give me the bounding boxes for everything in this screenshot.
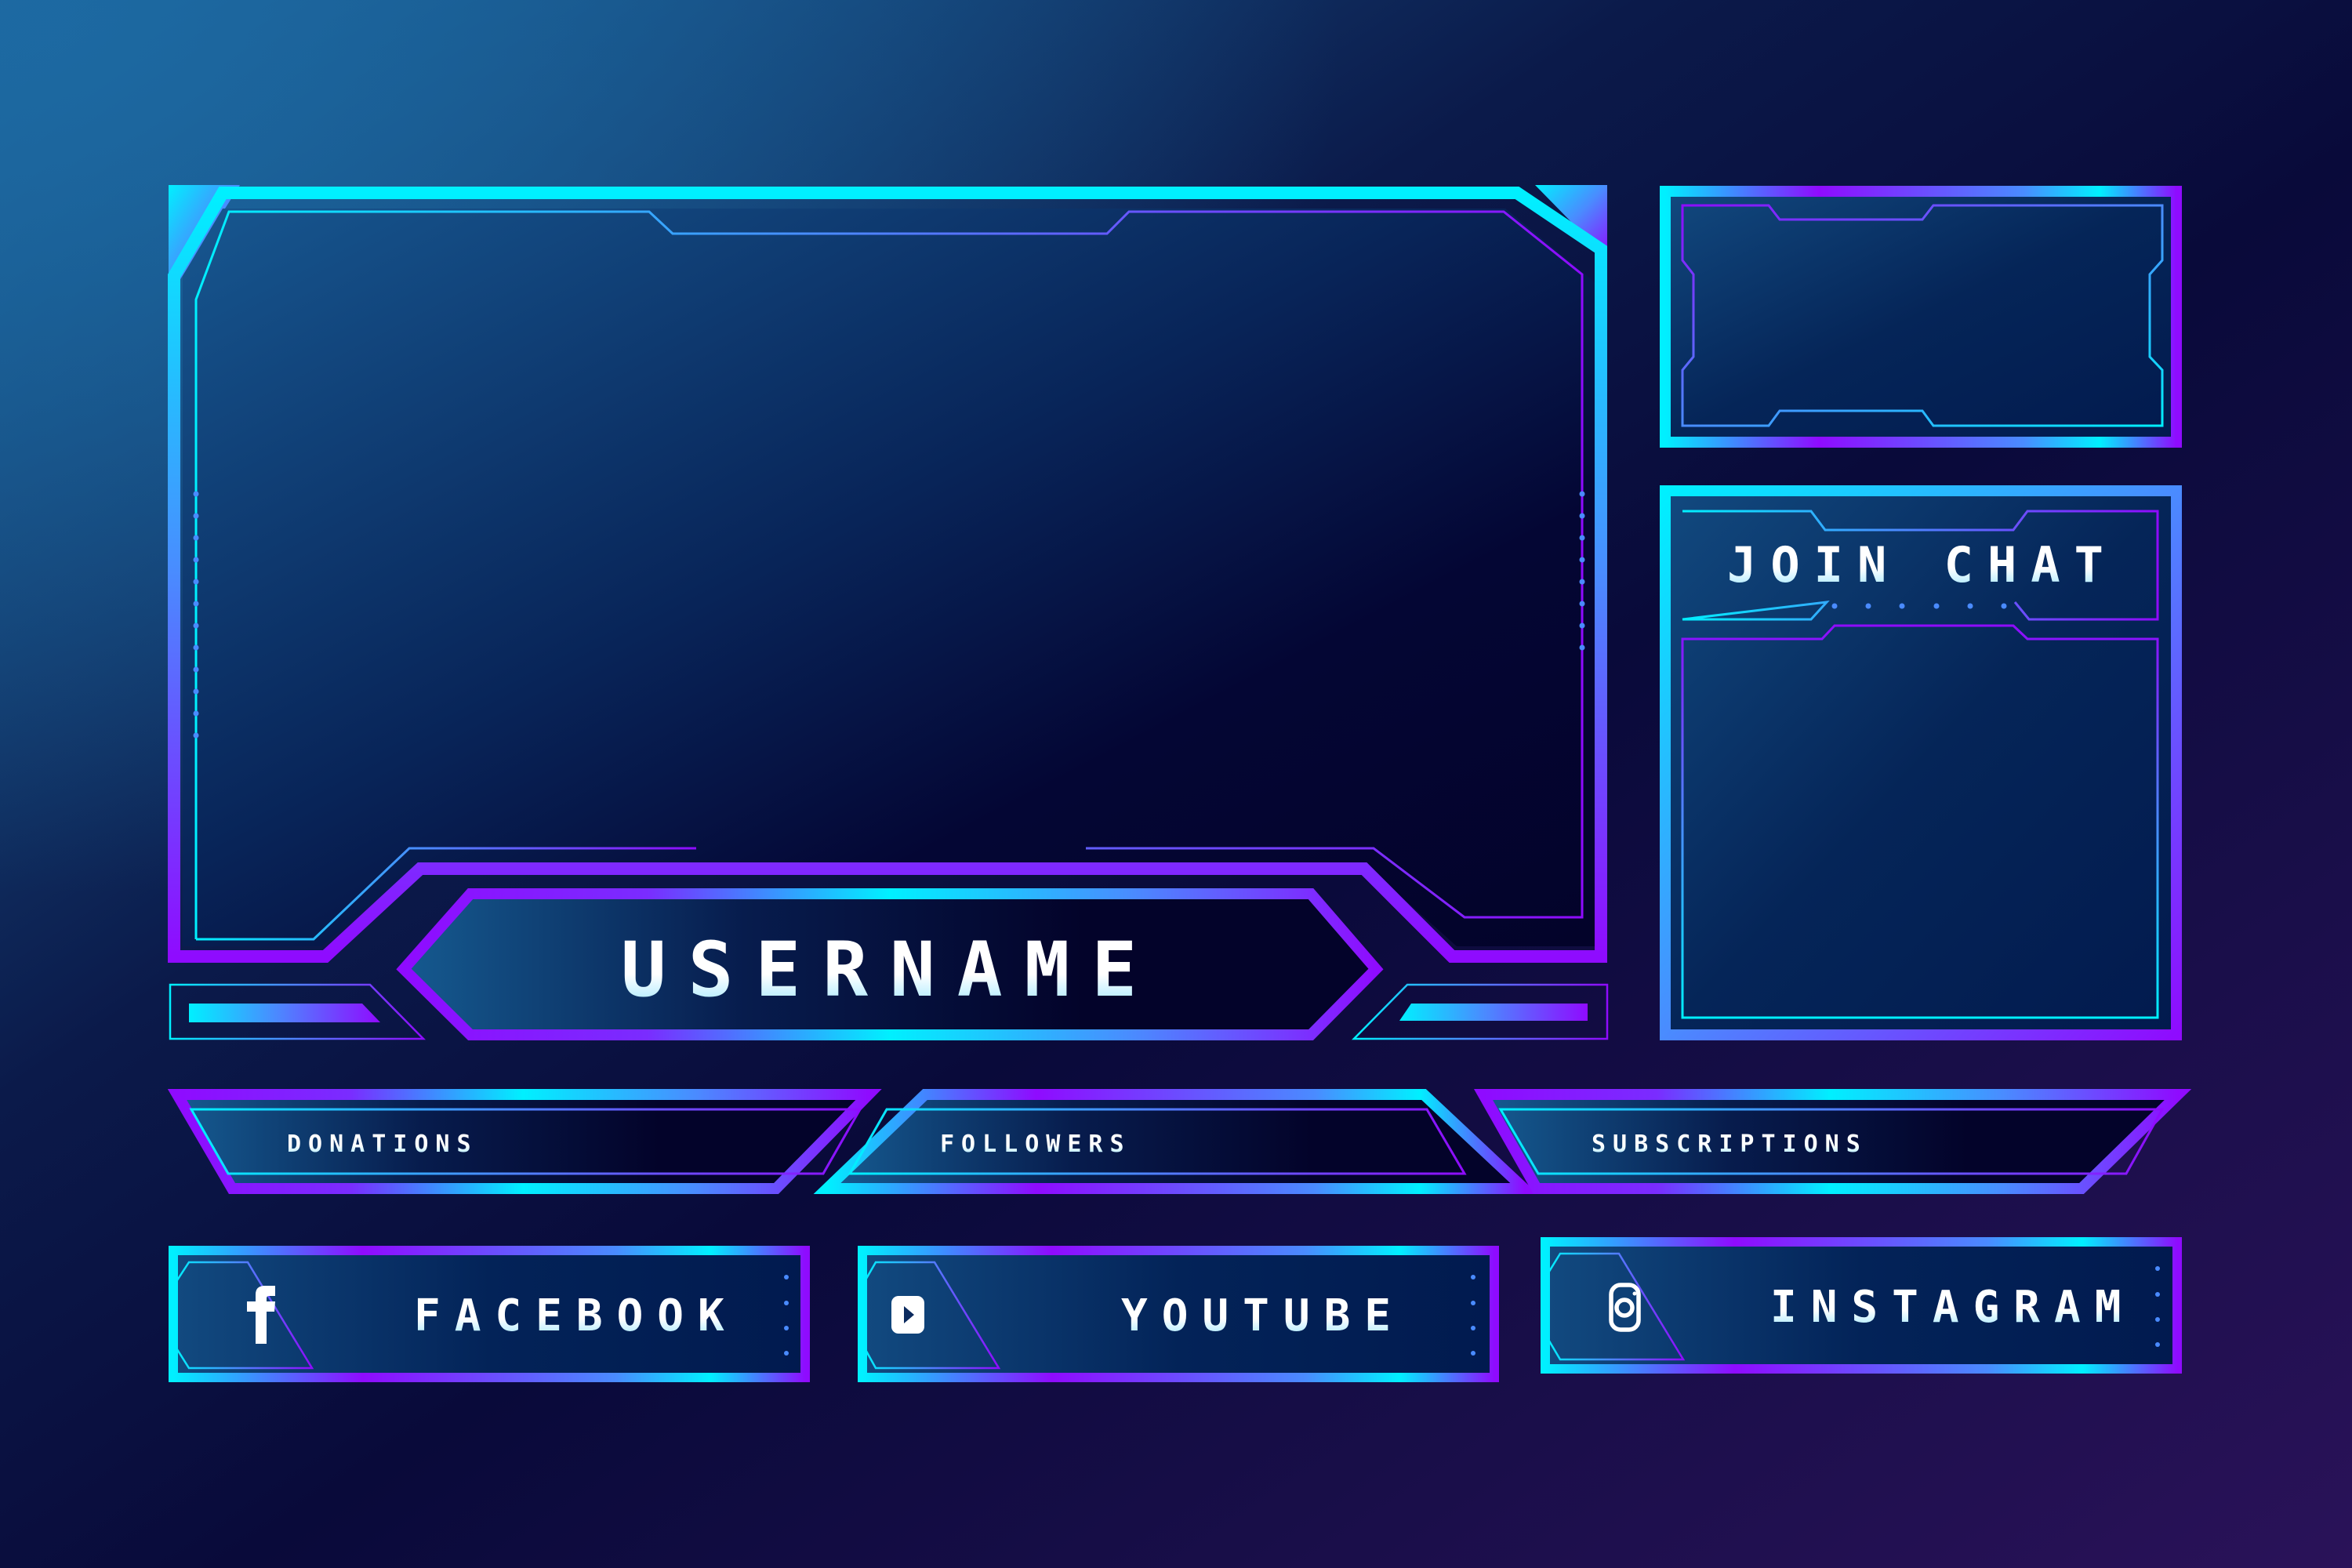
subscriptions-label: SUBSCRIPTIONS xyxy=(1592,1131,1867,1158)
facebook-button[interactable]: FACEBOOK xyxy=(169,1246,810,1382)
youtube-button[interactable]: YOUTUBE xyxy=(858,1246,1499,1382)
instagram-button[interactable]: INSTAGRAM xyxy=(1541,1237,2182,1374)
gameplay-screen-area xyxy=(183,209,1595,946)
accent-tab-right-bar xyxy=(1399,1004,1588,1021)
stream-overlay-canvas: USERNAME JOIN CHAT DONATIONS FOLLOWERS S… xyxy=(0,0,2352,1568)
youtube-label: YOUTUBE xyxy=(1121,1290,1405,1341)
facebook-label: FACEBOOK xyxy=(414,1290,739,1341)
accent-tab-left-bar xyxy=(189,1004,380,1022)
stat-bar-subscriptions: SUBSCRIPTIONS xyxy=(1473,1089,2192,1194)
donations-label: DONATIONS xyxy=(287,1131,478,1158)
instagram-label: INSTAGRAM xyxy=(1770,1282,2135,1333)
join-chat-title[interactable]: JOIN CHAT xyxy=(1727,536,2118,593)
username-label: USERNAME xyxy=(621,926,1159,1014)
webcam-panel xyxy=(1660,186,2182,448)
stat-bar-fill xyxy=(182,1098,864,1185)
stat-bar-fill xyxy=(836,1098,1515,1185)
webcam-area xyxy=(1662,188,2180,441)
stat-bar-followers: FOLLOWERS xyxy=(813,1089,1538,1194)
youtube-icon xyxy=(891,1296,924,1334)
stat-bar-donations: DONATIONS xyxy=(167,1089,882,1194)
followers-label: FOLLOWERS xyxy=(940,1131,1131,1158)
chat-panel: JOIN CHAT xyxy=(1660,485,2182,1040)
